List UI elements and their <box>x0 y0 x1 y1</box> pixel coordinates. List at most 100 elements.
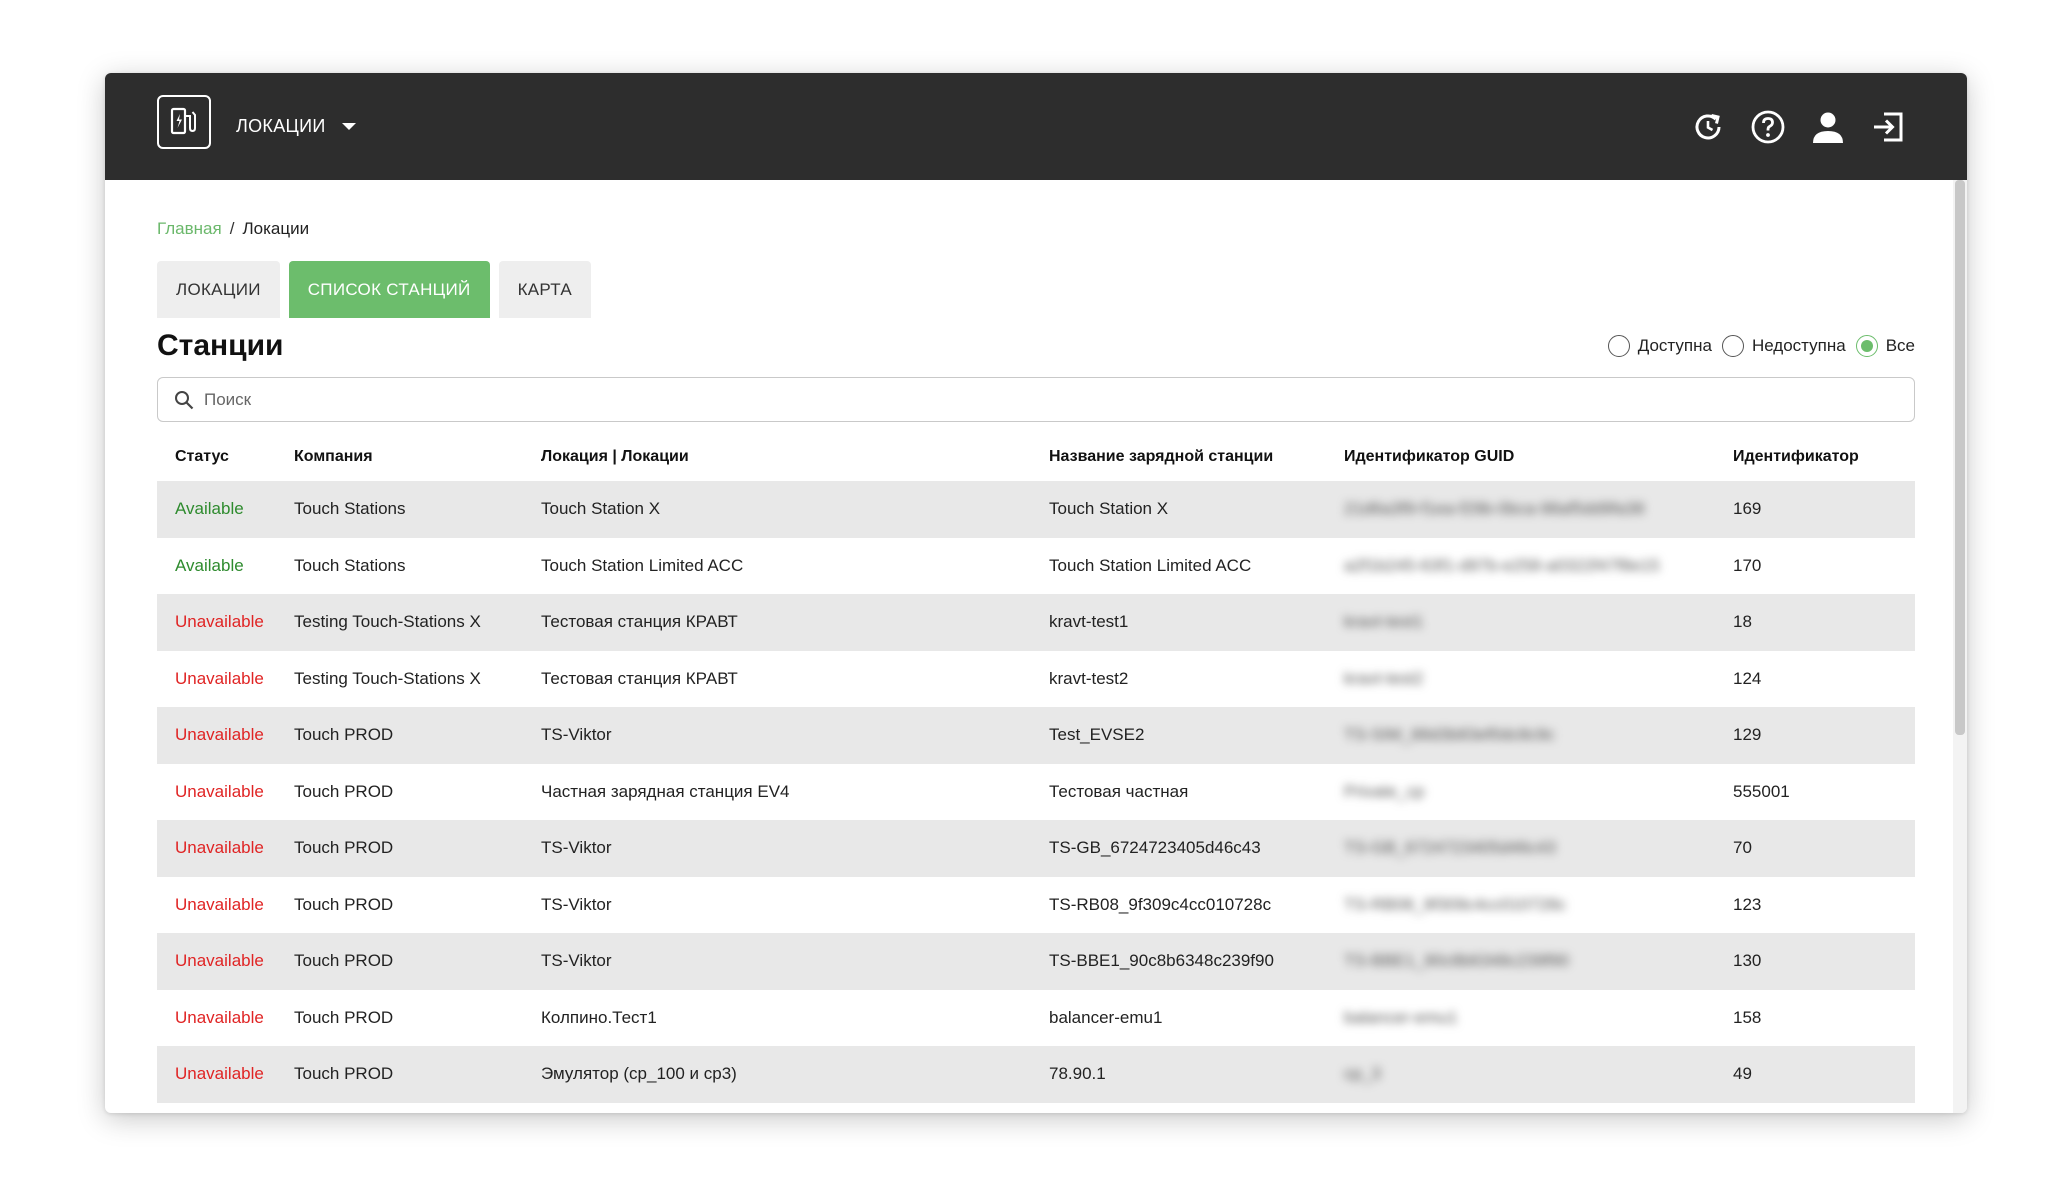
table-row[interactable]: Unavailable Touch PROD TS-Viktor Test_EV… <box>157 707 1915 764</box>
station-name-cell: TS-BBE1_90c8b6348c239f90 <box>1049 951 1274 971</box>
company-cell: Touch Stations <box>294 499 406 519</box>
table-row[interactable]: Available Touch Stations Touch Station L… <box>157 538 1915 595</box>
station-name-cell: 78.90.1 <box>1049 1064 1106 1084</box>
search-icon <box>175 390 194 409</box>
location-cell: TS-Viktor <box>541 951 612 971</box>
company-cell: Touch Stations <box>294 555 406 575</box>
company-cell: Touch PROD <box>294 838 394 858</box>
guid-cell: Private_cp <box>1344 781 1425 801</box>
status-cell: Unavailable <box>175 612 264 632</box>
breadcrumb-separator: / <box>229 219 235 238</box>
filter-all-radio[interactable]: Все <box>1855 335 1915 357</box>
location-cell: Touch Station X <box>541 499 661 519</box>
guid-cell: TS-RB08_9f309c4cc010728c <box>1344 894 1567 914</box>
logout-icon[interactable] <box>1869 108 1907 146</box>
tab-station-list[interactable]: СПИСОК СТАНЦИЙ <box>288 261 490 318</box>
tab-map[interactable]: КАРТА <box>498 261 592 318</box>
guid-cell: kravt-test1 <box>1344 612 1424 632</box>
column-header-status[interactable]: Статус <box>157 448 294 466</box>
tab-locations[interactable]: ЛОКАЦИИ <box>157 261 280 318</box>
location-cell: Колпино.Тест1 <box>541 1007 657 1027</box>
station-name-cell: Touch Station X <box>1049 499 1169 519</box>
station-name-cell: TS-GB_6724723405d46c43 <box>1049 838 1261 858</box>
page-scrollbar[interactable] <box>1953 180 1967 1113</box>
table-row[interactable]: Unavailable Touch PROD Колпино.Тест1 bal… <box>157 990 1915 1047</box>
location-cell: Touch Station Limited ACC <box>541 555 744 575</box>
scrollbar-thumb[interactable] <box>1955 180 1965 735</box>
location-cell: Тестовая станция КРАВТ <box>541 668 738 688</box>
availability-filter: Доступна Недоступна Все <box>1607 335 1915 357</box>
filter-available-radio[interactable]: Доступна <box>1607 335 1712 357</box>
company-cell: Touch PROD <box>294 781 394 801</box>
guid-cell: balancer-emu1 <box>1344 1007 1458 1027</box>
table-header: Статус Компания Локация | Локации Назван… <box>157 433 1915 481</box>
filter-unavailable-label: Недоступна <box>1751 336 1846 355</box>
tab-bar: ЛОКАЦИИ СПИСОК СТАНЦИЙ КАРТА <box>157 261 592 318</box>
station-name-cell: kravt-test1 <box>1049 612 1129 632</box>
search-input[interactable] <box>204 389 1804 410</box>
status-cell: Unavailable <box>175 668 264 688</box>
breadcrumb-current: Локации <box>242 219 310 238</box>
history-icon[interactable] <box>1689 108 1727 146</box>
id-cell: 158 <box>1733 1007 1762 1027</box>
table-row[interactable]: Unavailable Testing Touch-Stations X Тес… <box>157 594 1915 651</box>
top-bar: ЛОКАЦИИ <box>105 73 1967 180</box>
radio-unchecked-icon <box>1607 335 1630 357</box>
table-row[interactable]: Unavailable Touch PROD Частная зарядная … <box>157 764 1915 821</box>
table-row[interactable]: Unavailable Testing Touch-Stations X Тес… <box>157 651 1915 708</box>
column-header-company[interactable]: Компания <box>294 448 541 466</box>
filter-available-label: Доступна <box>1637 336 1712 355</box>
filter-all-label: Все <box>1885 336 1915 355</box>
id-cell: 70 <box>1733 838 1752 858</box>
location-cell: TS-Viktor <box>541 725 612 745</box>
guid-cell: TS-GB_6724723405d46c43 <box>1344 838 1556 858</box>
table-row[interactable]: Available Touch Stations Touch Station X… <box>157 481 1915 538</box>
company-cell: Touch PROD <box>294 1064 394 1084</box>
user-icon[interactable] <box>1809 108 1847 146</box>
stations-table: Статус Компания Локация | Локации Назван… <box>157 433 1915 1103</box>
location-cell: Тестовая станция КРАВТ <box>541 612 738 632</box>
app-window: ЛОКАЦИИ Главная / Локации ЛОКАЦИИ СПИСОК… <box>105 73 1967 1113</box>
location-cell: TS-Viktor <box>541 838 612 858</box>
radio-unchecked-icon <box>1721 335 1744 357</box>
id-cell: 169 <box>1733 499 1762 519</box>
id-cell: 123 <box>1733 894 1762 914</box>
guid-cell: cp_3 <box>1344 1064 1381 1084</box>
status-cell: Unavailable <box>175 1007 264 1027</box>
help-icon[interactable] <box>1749 108 1787 146</box>
column-header-id[interactable]: Идентификатор <box>1733 448 1915 466</box>
column-header-station-name[interactable]: Название зарядной станции <box>1049 448 1344 466</box>
station-name-cell: Тестовая частная <box>1049 781 1189 801</box>
breadcrumb: Главная / Локации <box>157 219 309 239</box>
station-name-cell: kravt-test2 <box>1049 668 1129 688</box>
status-cell: Unavailable <box>175 951 264 971</box>
charging-station-logo-icon[interactable] <box>157 95 211 149</box>
station-name-cell: TS-RB08_9f309c4cc010728c <box>1049 894 1272 914</box>
breadcrumb-home-link[interactable]: Главная <box>157 219 222 239</box>
station-name-cell: balancer-emu1 <box>1049 1007 1163 1027</box>
id-cell: 124 <box>1733 668 1762 688</box>
guid-cell: a2f1b245-63f1-d97b-e258-a0322f47f8e15 <box>1344 555 1660 575</box>
guid-cell: 21d6a3f9-f1ea-f29b-0bca-98af5dd9fa38 <box>1344 499 1645 519</box>
station-name-cell: Test_EVSE2 <box>1049 725 1145 745</box>
filter-unavailable-radio[interactable]: Недоступна <box>1721 335 1846 357</box>
station-name-cell: Touch Station Limited ACC <box>1049 555 1252 575</box>
locations-menu-dropdown[interactable]: ЛОКАЦИИ <box>236 73 356 180</box>
table-row[interactable]: Unavailable Touch PROD Эмулятор (cp_100 … <box>157 1046 1915 1103</box>
table-row[interactable]: Unavailable Touch PROD TS-Viktor TS-GB_6… <box>157 820 1915 877</box>
column-header-guid[interactable]: Идентификатор GUID <box>1344 448 1733 466</box>
page-title: Станции <box>157 329 284 362</box>
status-cell: Available <box>175 499 244 519</box>
table-row[interactable]: Unavailable Touch PROD TS-Viktor TS-BBE1… <box>157 933 1915 990</box>
id-cell: 555001 <box>1733 781 1790 801</box>
caret-down-icon <box>341 123 356 130</box>
column-header-location[interactable]: Локация | Локации <box>541 448 1049 466</box>
id-cell: 18 <box>1733 612 1752 632</box>
company-cell: Touch PROD <box>294 725 394 745</box>
search-field[interactable] <box>157 377 1915 422</box>
status-cell: Unavailable <box>175 781 264 801</box>
table-row[interactable]: Unavailable Touch PROD TS-Viktor TS-RB08… <box>157 877 1915 934</box>
company-cell: Touch PROD <box>294 1007 394 1027</box>
guid-cell: TS-BBE1_90c8b6348c239f90 <box>1344 951 1569 971</box>
guid-cell: TS-SIM_88d3b83ef0dc8c9c <box>1344 725 1555 745</box>
